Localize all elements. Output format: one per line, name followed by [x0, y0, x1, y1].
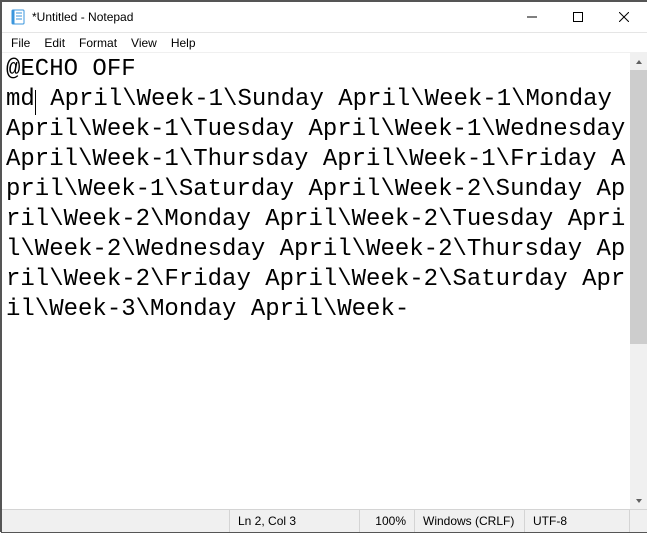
editor-text-before-caret: md — [6, 86, 35, 113]
vertical-scrollbar[interactable] — [630, 53, 647, 509]
editor-line1: @ECHO OFF — [6, 56, 136, 83]
status-spacer — [2, 510, 229, 532]
menu-help[interactable]: Help — [164, 35, 203, 51]
menu-file[interactable]: File — [4, 35, 37, 51]
minimize-button[interactable] — [509, 2, 555, 33]
menu-view[interactable]: View — [124, 35, 164, 51]
resize-grip[interactable] — [629, 510, 647, 532]
editor-area: @ECHO OFF md April\Week-1\Sunday April\W… — [2, 53, 647, 509]
status-line-col: Ln 2, Col 3 — [229, 510, 359, 532]
window-title: *Untitled - Notepad — [32, 10, 133, 24]
status-line-ending: Windows (CRLF) — [414, 510, 524, 532]
scroll-down-button[interactable] — [630, 492, 647, 509]
scroll-thumb[interactable] — [630, 70, 647, 344]
status-encoding: UTF-8 — [524, 510, 629, 532]
editor-text-after-caret: April\Week-1\Sunday April\Week-1\Monday … — [6, 86, 630, 323]
scroll-up-button[interactable] — [630, 53, 647, 70]
menubar: File Edit Format View Help — [2, 33, 647, 53]
text-caret — [35, 90, 36, 115]
maximize-button[interactable] — [555, 2, 601, 33]
close-button[interactable] — [601, 2, 647, 33]
text-editor[interactable]: @ECHO OFF md April\Week-1\Sunday April\W… — [2, 53, 630, 509]
scroll-track[interactable] — [630, 70, 647, 492]
menu-format[interactable]: Format — [72, 35, 124, 51]
status-zoom: 100% — [359, 510, 414, 532]
menu-edit[interactable]: Edit — [37, 35, 72, 51]
statusbar: Ln 2, Col 3 100% Windows (CRLF) UTF-8 — [2, 509, 647, 532]
notepad-icon — [10, 9, 26, 25]
titlebar[interactable]: *Untitled - Notepad — [2, 2, 647, 33]
